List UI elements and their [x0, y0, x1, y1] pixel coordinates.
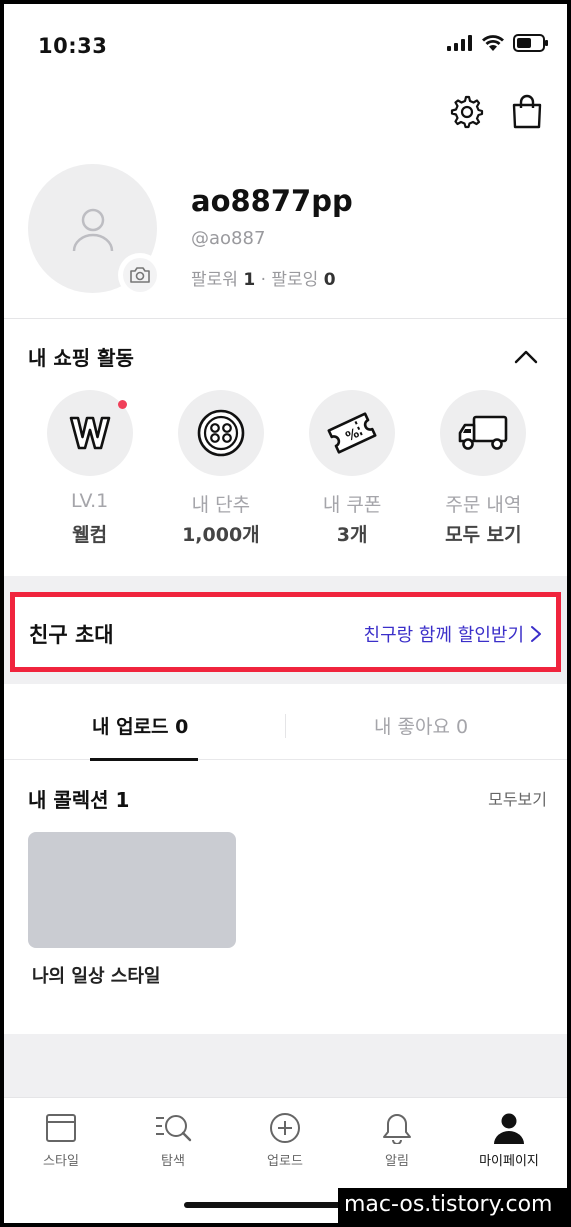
- activity-label: 내 단추: [191, 494, 251, 516]
- collections-title: 내 콜렉션 1: [28, 788, 130, 812]
- notification-dot: [117, 400, 127, 409]
- user-handle: @ao887: [191, 228, 266, 249]
- nav-label: 마이페이지: [479, 1154, 539, 1169]
- collection-name[interactable]: 나의 일상 스타일: [32, 962, 160, 988]
- following-count: 0: [323, 270, 336, 290]
- status-bar: 10:33: [4, 4, 567, 86]
- nav-upload[interactable]: 업로드: [240, 1112, 330, 1169]
- followers-label: 팔로워: [191, 270, 238, 290]
- person-icon: [494, 1113, 524, 1144]
- gear-icon: [450, 95, 484, 129]
- upload-plus-icon: [270, 1113, 300, 1143]
- bell-icon: [383, 1114, 411, 1144]
- invite-friends-banner[interactable]: 친구 초대 친구랑 함께 할인받기: [10, 592, 561, 672]
- invite-link[interactable]: 친구랑 함께 할인받기: [364, 621, 542, 647]
- nav-style[interactable]: 스타일: [16, 1112, 106, 1169]
- following-label: 팔로잉: [271, 270, 319, 290]
- status-time: 10:33: [38, 34, 108, 58]
- shopping-activity-row: LV.1 웰컴 내 단추 1,000개 % 내 쿠폰 3개 주문 내역 모두 보…: [24, 390, 549, 547]
- nav-mypage[interactable]: 마이페이지: [464, 1112, 554, 1169]
- status-icons: [447, 34, 549, 52]
- activity-buttons[interactable]: 내 단추 1,000개: [155, 390, 286, 547]
- activity-label: 주문 내역: [445, 494, 522, 516]
- activity-value: 웰컴: [72, 524, 108, 546]
- truck-icon: [459, 415, 508, 450]
- divider: [4, 318, 567, 319]
- followers-count: 1: [243, 270, 256, 290]
- shopping-activity-title: 내 쇼핑 활동: [28, 346, 134, 370]
- wifi-icon: [482, 35, 504, 51]
- activity-level[interactable]: LV.1 웰컴: [24, 390, 155, 547]
- camera-icon: [130, 267, 150, 283]
- username: ao8877pp: [191, 184, 353, 218]
- activity-coupons[interactable]: % 내 쿠폰 3개: [287, 390, 418, 547]
- activity-value: 3개: [336, 524, 368, 546]
- activity-label: 내 쿠폰: [322, 494, 382, 516]
- invite-link-label: 친구랑 함께 할인받기: [363, 625, 524, 646]
- follow-stats[interactable]: 팔로워 1 · 팔로잉 0: [191, 265, 336, 290]
- default-avatar-icon: [72, 208, 114, 252]
- follow-separator: ·: [260, 270, 266, 290]
- change-photo-button[interactable]: [121, 256, 159, 294]
- nav-explore[interactable]: 탐색: [128, 1112, 218, 1169]
- see-all-link[interactable]: 모두보기: [488, 786, 547, 810]
- activity-value: 1,000개: [182, 524, 260, 546]
- top-actions: [449, 94, 545, 130]
- style-icon: [46, 1114, 76, 1142]
- settings-button[interactable]: [449, 94, 485, 130]
- tab-my-uploads[interactable]: 내 업로드 0: [92, 712, 188, 739]
- battery-icon: [513, 34, 548, 52]
- active-tab-indicator: [90, 758, 198, 761]
- activity-orders[interactable]: 주문 내역 모두 보기: [418, 390, 549, 547]
- nav-label: 탐색: [161, 1154, 185, 1169]
- w-badge-icon: [69, 416, 110, 450]
- search-icon: [156, 1115, 192, 1142]
- invite-title: 친구 초대: [29, 623, 114, 647]
- activity-label: LV.1: [71, 490, 109, 512]
- nav-label: 알림: [385, 1154, 409, 1169]
- app-screen: 10:33 ao8877pp @ao887 팔로워 1 · 팔로잉 0 내 쇼핑…: [4, 4, 567, 1223]
- tab-divider: [285, 714, 286, 738]
- button-coin-icon: [197, 409, 245, 457]
- nav-label: 스타일: [43, 1154, 79, 1169]
- activity-value: 모두 보기: [445, 524, 522, 546]
- chevron-right-icon: [531, 626, 541, 642]
- shopping-bag-icon: [512, 94, 542, 129]
- shopping-bag-button[interactable]: [509, 94, 545, 130]
- section-gap: [4, 1034, 567, 1098]
- signal-icon: [447, 35, 472, 51]
- collection-thumbnail[interactable]: [28, 832, 236, 948]
- nav-notifications[interactable]: 알림: [352, 1112, 442, 1169]
- coupon-icon: %: [327, 412, 377, 454]
- chevron-up-icon[interactable]: [513, 344, 539, 370]
- nav-label: 업로드: [267, 1154, 303, 1169]
- tab-my-likes[interactable]: 내 좋아요 0: [374, 712, 468, 739]
- content-tabs: 내 업로드 0 내 좋아요 0: [4, 688, 567, 761]
- watermark: mac-os.tistory.com: [338, 1188, 571, 1227]
